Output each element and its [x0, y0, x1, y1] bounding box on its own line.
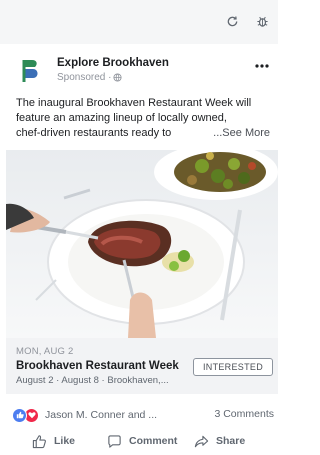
globe-icon — [113, 73, 123, 82]
refresh-icon[interactable] — [219, 8, 245, 34]
sponsored-label: Sponsored · — [57, 72, 112, 83]
more-options-icon[interactable] — [252, 58, 272, 74]
comment-label: Comment — [129, 435, 178, 447]
post-text-line: The inaugural Brookhaven Restaurant Week… — [16, 97, 252, 109]
share-icon — [194, 435, 209, 447]
bug-icon[interactable] — [249, 8, 275, 34]
share-button[interactable]: Share — [194, 430, 245, 452]
event-card[interactable]: MON, AUG 2 Brookhaven Restaurant Week Au… — [6, 338, 278, 394]
comment-button[interactable]: Comment — [107, 430, 177, 452]
see-more-link[interactable]: ...See More — [211, 126, 270, 141]
like-label: Like — [54, 435, 76, 447]
reactions-summary[interactable]: Jason M. Conner and ... — [12, 407, 175, 423]
share-label: Share — [216, 435, 246, 447]
thumbs-up-icon — [32, 434, 46, 448]
event-subtitle: August 2 · August 8 · Brookhaven,... — [16, 375, 169, 386]
post-photo[interactable] — [6, 150, 278, 338]
reactors-text: Jason M. Conner and ... — [45, 409, 158, 421]
post-actions-bar: Like Comment Share — [0, 430, 278, 452]
like-button[interactable]: Like — [32, 430, 75, 452]
event-date: MON, AUG 2 — [16, 346, 74, 357]
like-reaction-icon — [12, 407, 27, 423]
top-toolbar — [0, 0, 278, 44]
post-text-line: feature an amazing lineup of locally own… — [16, 112, 227, 124]
page-logo[interactable] — [16, 56, 46, 86]
post-text: The inaugural Brookhaven Restaurant Week… — [16, 96, 274, 141]
interested-button[interactable]: INTERESTED — [193, 358, 273, 376]
post-header: Explore Brookhaven Sponsored · — [0, 56, 278, 90]
post-meta: Sponsored · — [57, 72, 123, 83]
comments-count[interactable]: 3 Comments — [214, 408, 274, 420]
comment-icon — [108, 434, 121, 448]
event-title[interactable]: Brookhaven Restaurant Week — [16, 360, 179, 372]
page-name[interactable]: Explore Brookhaven — [57, 57, 169, 69]
